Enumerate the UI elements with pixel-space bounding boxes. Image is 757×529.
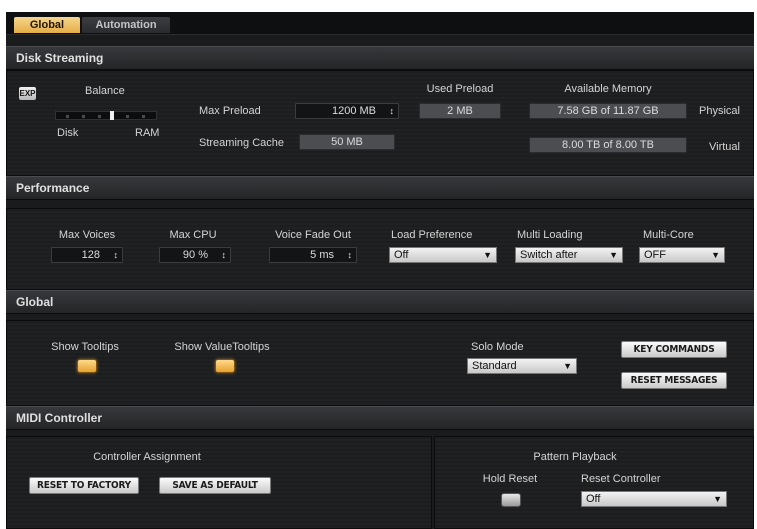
show-tooltips-toggle[interactable] xyxy=(77,359,97,373)
max-cpu-field[interactable]: 90 % ↕ xyxy=(159,247,231,263)
reset-messages-button[interactable]: RESET MESSAGES xyxy=(621,372,727,389)
virtual-memory-value: 8.00 TB of 8.00 TB xyxy=(529,137,687,153)
tab-global[interactable]: Global xyxy=(14,17,80,33)
section-title: Disk Streaming xyxy=(16,51,104,65)
virtual-label: Virtual xyxy=(709,141,740,153)
show-value-tooltips-label: Show ValueTooltips xyxy=(174,341,270,353)
show-value-tooltips-toggle[interactable] xyxy=(215,359,235,373)
reset-controller-dropdown[interactable]: Off ▼ xyxy=(581,491,727,507)
section-header-performance: Performance xyxy=(6,176,754,200)
exp-toggle-button[interactable]: EXP xyxy=(19,87,36,100)
max-preload-value: 1200 MB xyxy=(331,105,376,117)
disk-label: Disk xyxy=(57,127,79,139)
multi-loading-value: Switch after xyxy=(520,249,578,261)
reset-controller-value: Off xyxy=(586,493,601,505)
multi-core-label: Multi-Core xyxy=(643,229,694,241)
balance-slider[interactable] xyxy=(55,111,157,120)
multi-core-dropdown[interactable]: OFF ▼ xyxy=(639,247,725,263)
triangle-down-icon: ▼ xyxy=(711,250,720,260)
controller-assignment-panel: Controller Assignment RESET TO FACTORY S… xyxy=(6,436,432,529)
load-preference-label: Load Preference xyxy=(391,229,473,241)
multi-core-value: OFF xyxy=(644,249,666,261)
slider-tick xyxy=(126,115,129,118)
load-preference-value: Off xyxy=(394,249,409,261)
physical-memory-value: 7.58 GB of 11.87 GB xyxy=(529,103,687,119)
used-preload-value: 2 MB xyxy=(419,103,501,119)
balance-label: Balance xyxy=(85,85,125,97)
reset-controller-label: Reset Controller xyxy=(581,473,661,485)
section-title: Global xyxy=(16,295,54,309)
tab-automation[interactable]: Automation xyxy=(82,17,170,33)
controller-assignment-label: Controller Assignment xyxy=(93,451,201,463)
slider-tick xyxy=(66,115,69,118)
up-down-arrows-icon[interactable]: ↕ xyxy=(114,248,119,262)
streaming-cache-field[interactable]: 50 MB xyxy=(299,134,395,150)
max-voices-label: Max Voices xyxy=(58,229,116,241)
ram-label: RAM xyxy=(135,127,160,139)
triangle-down-icon: ▼ xyxy=(483,250,492,260)
load-preference-dropdown[interactable]: Off ▼ xyxy=(389,247,497,263)
slider-tick xyxy=(98,115,101,118)
show-tooltips-label: Show Tooltips xyxy=(51,341,119,353)
voice-fade-out-field[interactable]: 5 ms ↕ xyxy=(269,247,357,263)
physical-label: Physical xyxy=(699,105,740,117)
global-panel: Show Tooltips Show ValueTooltips Solo Mo… xyxy=(6,320,754,406)
key-commands-button[interactable]: KEY COMMANDS xyxy=(621,341,727,358)
pattern-playback-panel: Pattern Playback Hold Reset Reset Contro… xyxy=(434,436,754,529)
multi-loading-dropdown[interactable]: Switch after ▼ xyxy=(515,247,623,263)
solo-mode-dropdown[interactable]: Standard ▼ xyxy=(467,358,577,374)
up-down-arrows-icon[interactable]: ↕ xyxy=(348,248,353,262)
multi-loading-label: Multi Loading xyxy=(517,229,583,241)
section-header-global: Global xyxy=(6,290,754,314)
max-voices-field[interactable]: 128 ↕ xyxy=(51,247,123,263)
pattern-playback-label: Pattern Playback xyxy=(533,451,617,463)
solo-mode-label: Solo Mode xyxy=(471,341,524,353)
up-down-arrows-icon[interactable]: ↕ xyxy=(390,104,395,118)
solo-mode-value: Standard xyxy=(472,360,517,372)
disk-streaming-panel: EXP Balance Disk RAM Max Preload 1200 MB… xyxy=(6,70,754,176)
streaming-cache-label: Streaming Cache xyxy=(199,137,284,149)
available-memory-label: Available Memory xyxy=(564,83,652,95)
used-preload-label: Used Preload xyxy=(426,83,494,95)
max-voices-value: 128 xyxy=(81,249,100,261)
hold-reset-toggle[interactable] xyxy=(501,493,521,507)
triangle-down-icon: ▼ xyxy=(563,361,572,371)
performance-panel: Max Voices 128 ↕ Max CPU 90 % ↕ Voice Fa… xyxy=(6,208,754,290)
reset-to-factory-button[interactable]: RESET TO FACTORY xyxy=(29,477,139,494)
triangle-down-icon: ▼ xyxy=(609,250,618,260)
global-settings-window: Global Automation Disk Streaming EXP Bal… xyxy=(6,12,754,529)
max-cpu-value: 90 % xyxy=(182,249,208,261)
up-down-arrows-icon[interactable]: ↕ xyxy=(222,248,227,262)
slider-tick xyxy=(82,115,85,118)
max-cpu-label: Max CPU xyxy=(169,229,217,241)
tab-bar: Global Automation xyxy=(6,12,754,35)
section-title: Performance xyxy=(16,181,90,195)
triangle-down-icon: ▼ xyxy=(713,494,722,504)
max-preload-field[interactable]: 1200 MB ↕ xyxy=(295,103,399,119)
hold-reset-label: Hold Reset xyxy=(482,473,538,485)
section-title: MIDI Controller xyxy=(16,411,102,425)
section-header-midi-controller: MIDI Controller xyxy=(6,406,754,430)
max-preload-label: Max Preload xyxy=(199,105,261,117)
balance-slider-thumb[interactable] xyxy=(110,111,114,120)
voice-fade-out-value: 5 ms xyxy=(310,249,334,261)
slider-tick xyxy=(142,115,145,118)
voice-fade-out-label: Voice Fade Out xyxy=(275,229,351,241)
save-as-default-button[interactable]: SAVE AS DEFAULT xyxy=(159,477,271,494)
section-header-disk-streaming: Disk Streaming xyxy=(6,46,754,70)
